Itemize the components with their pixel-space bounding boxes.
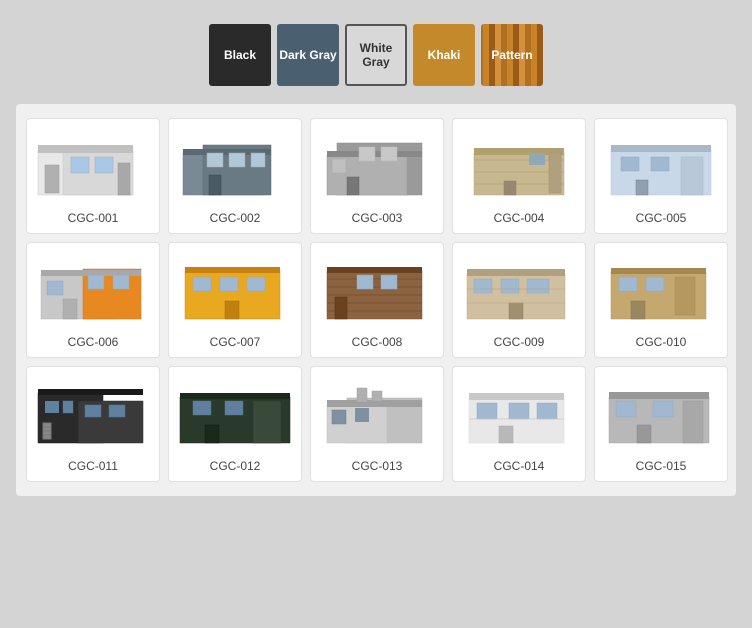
product-label-cgc-013: CGC-013	[352, 459, 403, 473]
product-label-cgc-011: CGC-011	[68, 459, 118, 473]
product-card-cgc-005[interactable]: CGC-005	[594, 118, 728, 234]
products-grid: CGC-001 CGC-002 CGC-003	[16, 104, 736, 496]
product-image-cgc-013	[317, 373, 437, 453]
product-label-cgc-002: CGC-002	[210, 211, 261, 225]
product-label-cgc-015: CGC-015	[636, 459, 687, 473]
product-card-cgc-008[interactable]: CGC-008	[310, 242, 444, 358]
product-card-cgc-003[interactable]: CGC-003	[310, 118, 444, 234]
product-label-cgc-006: CGC-006	[68, 335, 119, 349]
product-image-cgc-008	[317, 249, 437, 329]
product-label-cgc-008: CGC-008	[352, 335, 403, 349]
product-image-cgc-012	[175, 373, 295, 453]
product-label-cgc-014: CGC-014	[494, 459, 545, 473]
product-card-cgc-001[interactable]: CGC-001	[26, 118, 160, 234]
product-image-cgc-011	[33, 373, 153, 453]
product-card-cgc-007[interactable]: CGC-007	[168, 242, 302, 358]
product-card-cgc-012[interactable]: CGC-012	[168, 366, 302, 482]
product-card-cgc-006[interactable]: CGC-006	[26, 242, 160, 358]
product-image-cgc-006	[33, 249, 153, 329]
product-card-cgc-002[interactable]: CGC-002	[168, 118, 302, 234]
color-swatch-khaki[interactable]: Khaki	[413, 24, 475, 86]
product-image-cgc-001	[33, 125, 153, 205]
product-image-cgc-010	[601, 249, 721, 329]
product-image-cgc-014	[459, 373, 579, 453]
product-label-cgc-003: CGC-003	[352, 211, 403, 225]
product-image-cgc-004	[459, 125, 579, 205]
product-image-cgc-007	[175, 249, 295, 329]
product-card-cgc-014[interactable]: CGC-014	[452, 366, 586, 482]
product-label-cgc-007: CGC-007	[210, 335, 261, 349]
product-image-cgc-009	[459, 249, 579, 329]
product-card-cgc-015[interactable]: CGC-015	[594, 366, 728, 482]
product-card-cgc-011[interactable]: CGC-011	[26, 366, 160, 482]
product-card-cgc-004[interactable]: CGC-004	[452, 118, 586, 234]
color-swatch-white-gray[interactable]: White Gray	[345, 24, 407, 86]
product-image-cgc-005	[601, 125, 721, 205]
color-swatch-black[interactable]: Black	[209, 24, 271, 86]
product-card-cgc-013[interactable]: CGC-013	[310, 366, 444, 482]
product-label-cgc-005: CGC-005	[636, 211, 687, 225]
product-image-cgc-015	[601, 373, 721, 453]
product-image-cgc-003	[317, 125, 437, 205]
color-swatch-pattern[interactable]: Pattern	[481, 24, 543, 86]
product-image-cgc-002	[175, 125, 295, 205]
product-label-cgc-009: CGC-009	[494, 335, 545, 349]
product-card-cgc-009[interactable]: CGC-009	[452, 242, 586, 358]
product-label-cgc-001: CGC-001	[68, 211, 119, 225]
product-card-cgc-010[interactable]: CGC-010	[594, 242, 728, 358]
color-selector: BlackDark GrayWhite GrayKhakiPattern	[209, 24, 543, 86]
color-swatch-dark-gray[interactable]: Dark Gray	[277, 24, 339, 86]
product-label-cgc-004: CGC-004	[494, 211, 545, 225]
product-label-cgc-010: CGC-010	[636, 335, 687, 349]
product-label-cgc-012: CGC-012	[210, 459, 261, 473]
